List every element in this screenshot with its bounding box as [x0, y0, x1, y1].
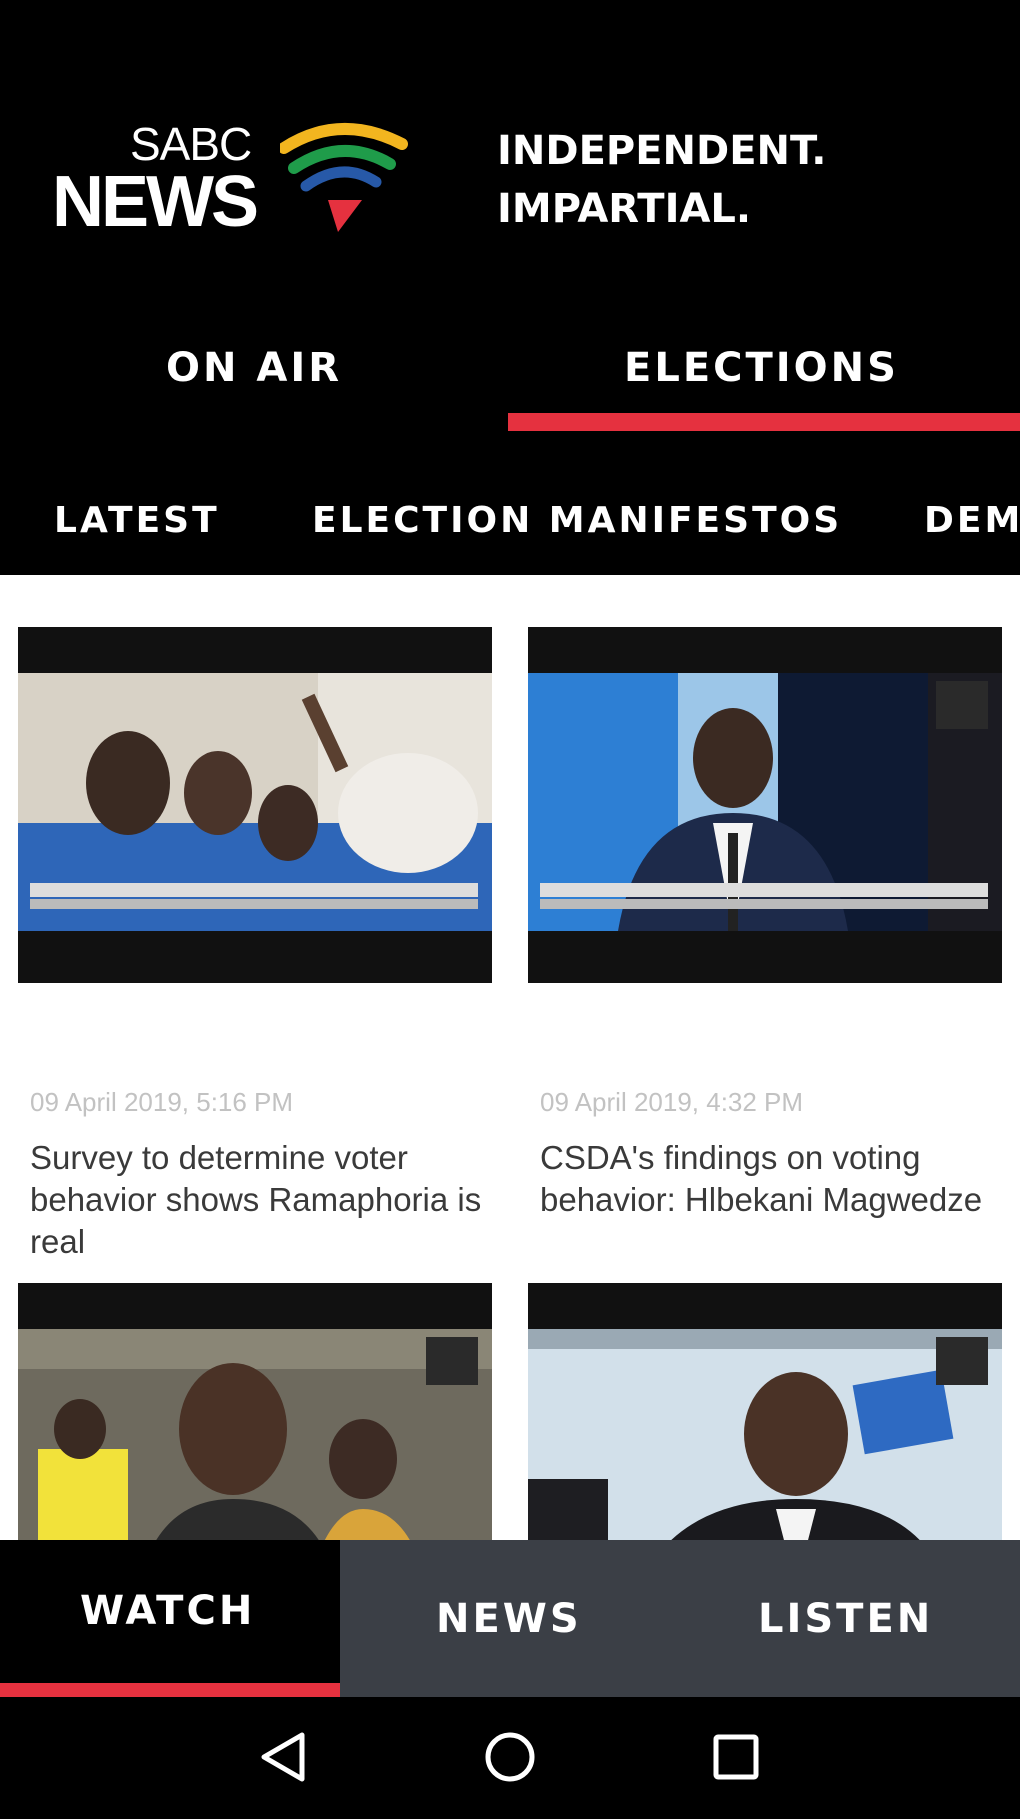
sabc-news-logo: SABC NEWS — [52, 118, 412, 238]
tagline-line-2: IMPARTIAL. — [497, 186, 752, 232]
article-card[interactable] — [18, 1283, 492, 1540]
bottom-nav-listen[interactable]: LISTEN — [758, 1596, 933, 1642]
system-navigation-bar — [0, 1697, 1020, 1819]
app-header: SABC NEWS INDEPENDENT. IMPARTIAL. ON AIR… — [0, 0, 1020, 575]
square-recents-icon[interactable] — [706, 1727, 766, 1787]
tagline-line-1: INDEPENDENT. — [497, 128, 827, 174]
article-date: 09 April 2019, 4:32 PM — [540, 1087, 804, 1117]
brand-tagline: INDEPENDENT. IMPARTIAL. — [497, 122, 826, 238]
article-thumbnail[interactable] — [528, 1283, 1002, 1540]
selected-bottom-nav-indicator — [0, 1683, 340, 1697]
tab-on-air[interactable]: ON AIR — [166, 345, 342, 391]
tab-elections[interactable]: ELECTIONS — [624, 345, 899, 391]
video-frame-image — [18, 1329, 492, 1540]
subtab-dem[interactable]: DEM — [924, 500, 1020, 541]
video-frame-image — [528, 1329, 1002, 1540]
bottom-nav-watch-label: WATCH — [80, 1588, 256, 1634]
circle-home-icon[interactable] — [480, 1727, 540, 1787]
video-ticker-bar — [30, 883, 478, 897]
article-title[interactable]: CSDA's findings on voting behavior: Hlbe… — [540, 1137, 1000, 1221]
article-card[interactable] — [528, 1283, 1002, 1540]
article-title[interactable]: Survey to determine voter behavior shows… — [30, 1137, 490, 1263]
article-thumbnail[interactable] — [528, 627, 1002, 983]
video-ticker-bar — [540, 899, 988, 909]
selected-tab-indicator — [508, 413, 1020, 431]
article-card[interactable]: 09 April 2019, 4:32 PM CSDA's findings o… — [528, 627, 1002, 1247]
video-ticker-bar — [30, 899, 478, 909]
bottom-nav-news[interactable]: NEWS — [436, 1596, 582, 1642]
sabc-wave-logo-icon — [280, 123, 408, 232]
triangle-back-icon[interactable] — [254, 1727, 314, 1787]
bottom-nav-watch[interactable]: WATCH — [0, 1540, 340, 1697]
article-grid: 09 April 2019, 5:16 PM Survey to determi… — [0, 575, 1020, 1540]
video-ticker-bar — [540, 883, 988, 897]
subtab-latest[interactable]: LATEST — [54, 500, 220, 541]
article-thumbnail[interactable] — [18, 1283, 492, 1540]
article-card[interactable]: 09 April 2019, 5:16 PM Survey to determi… — [18, 627, 492, 1260]
article-thumbnail[interactable] — [18, 627, 492, 983]
article-date: 09 April 2019, 5:16 PM — [30, 1087, 294, 1117]
bottom-navigation: WATCH NEWS LISTEN — [0, 1540, 1020, 1697]
subtab-election-manifestos[interactable]: ELECTION MANIFESTOS — [312, 500, 842, 541]
logo-bottom-text: NEWS — [52, 162, 259, 242]
